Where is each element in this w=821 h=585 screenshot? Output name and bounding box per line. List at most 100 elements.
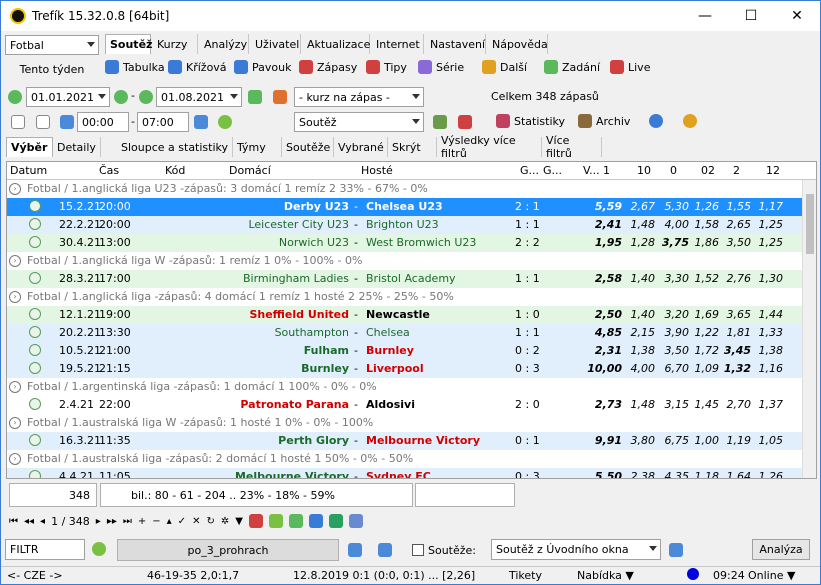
calendar-icon[interactable] (11, 115, 25, 129)
column-header-1[interactable]: Čas (99, 164, 119, 177)
toolbar-entry-button[interactable]: Zadání (544, 57, 600, 77)
confirm-icon[interactable] (218, 115, 232, 129)
prev-date-icon[interactable] (8, 90, 22, 104)
collapse-icon[interactable]: › (9, 291, 21, 303)
soutezi-checkbox[interactable]: Soutěže: (412, 540, 476, 560)
sport-select[interactable]: Fotbal (5, 35, 99, 55)
next-date2-icon[interactable] (248, 90, 262, 104)
image-icon[interactable] (348, 514, 363, 528)
match-row[interactable]: 20.2.21 13:30 Southampton - Chelsea 1 : 1 4,85… (7, 324, 803, 342)
check-icon[interactable] (328, 514, 343, 528)
soutez-select[interactable]: Soutěž (294, 112, 424, 132)
stop-icon[interactable] (248, 514, 263, 528)
next-date-icon[interactable] (114, 90, 128, 104)
filter-ok-icon[interactable] (92, 542, 106, 556)
gear-icon[interactable] (308, 514, 323, 528)
group-row[interactable]: › Fotbal / 1.argentinská liga -zápasů: 1 … (7, 378, 803, 396)
row-arrow-icon[interactable] (29, 434, 41, 446)
column-header-3[interactable]: Domácí (229, 164, 271, 177)
up-icon[interactable]: ▴ (167, 516, 172, 527)
add-record-icon[interactable]: + (138, 516, 146, 527)
filter-name-button[interactable]: po_3_prohrach (117, 539, 339, 561)
filter-arrow-right-icon[interactable] (378, 543, 392, 557)
subtab-7[interactable]: Výsledky více filtrů (437, 134, 542, 160)
subtab-1[interactable]: Detaily (53, 137, 101, 157)
column-header-8[interactable]: 1 (603, 164, 610, 177)
refresh-icon[interactable]: ↻ (206, 516, 214, 527)
column-header-7[interactable]: V... (583, 164, 600, 177)
column-header-0[interactable]: Datum (10, 164, 47, 177)
date-from-field[interactable]: 01.01.2021 (26, 87, 110, 107)
group-row[interactable]: › Fotbal / 1.anglická liga U23 -zápasů: 3… (7, 180, 803, 198)
subtab-5[interactable]: Vybrané (334, 137, 388, 157)
column-header-9[interactable]: 10 (637, 164, 651, 177)
row-arrow-icon[interactable] (29, 326, 41, 338)
statistics-button[interactable]: Statistiky (496, 111, 565, 131)
next-page-fast-icon[interactable]: ▸▸ (107, 516, 117, 527)
filter-arrow-icon[interactable] (273, 90, 287, 104)
subtab-3[interactable]: Týmy (233, 137, 282, 157)
subtab-2[interactable]: Sloupce a statistiky (101, 137, 233, 157)
tab-6[interactable]: Nastavení (426, 34, 486, 54)
match-row[interactable]: 12.1.21 19:00 Sheffield United - Newcastle 1 … (7, 306, 803, 324)
status-country[interactable]: <- CZE -> (7, 569, 63, 582)
row-arrow-icon[interactable] (29, 362, 41, 374)
kurz-select[interactable]: - kurz na zápas - (294, 87, 424, 107)
collapse-icon[interactable]: › (9, 255, 21, 267)
group-row[interactable]: › Fotbal / 1.anglická liga W -zápasů: 1 r… (7, 252, 803, 270)
subtab-6[interactable]: Skrýt (388, 137, 437, 157)
tab-7[interactable]: Nápověda (488, 34, 548, 54)
column-header-12[interactable]: 2 (733, 164, 740, 177)
date-to-field[interactable]: 01.08.2021 (156, 87, 242, 107)
match-row[interactable]: 16.3.21 11:35 Perth Glory - Melbourne Victor… (7, 432, 803, 450)
columns-icon[interactable] (433, 115, 447, 129)
toolbar-cross-button[interactable]: Křížová (168, 57, 227, 77)
reload-icon[interactable] (268, 514, 283, 528)
crosshair-icon[interactable] (36, 115, 50, 129)
column-header-13[interactable]: 12 (766, 164, 780, 177)
subtab-8[interactable]: Více filtrů (542, 134, 602, 160)
soutez-source-select[interactable]: Soutěž z Úvodního okna (491, 539, 661, 560)
collapse-icon[interactable]: › (9, 183, 21, 195)
soutez-arrow-icon[interactable] (669, 543, 683, 557)
match-row[interactable]: 2.4.21 22:00 Patronato Parana - Aldosivi 2 : … (7, 396, 803, 414)
prev-page-icon[interactable]: ◂ (40, 516, 45, 527)
row-arrow-icon[interactable] (29, 308, 41, 320)
delete-record-icon[interactable]: − (152, 516, 160, 527)
checkbox-box[interactable] (412, 544, 424, 556)
time-to-field[interactable]: 07:00 (137, 112, 189, 132)
toolbar-more-button[interactable]: Další (482, 57, 527, 77)
row-arrow-icon[interactable] (29, 236, 41, 248)
toolbar-matches-button[interactable]: Zápasy (299, 57, 357, 77)
match-row[interactable]: 30.4.21 13:00 Norwich U23- West Bromwich U2… (7, 234, 803, 252)
toolbar-table-button[interactable]: Tabulka (105, 57, 165, 77)
first-icon[interactable] (60, 115, 74, 129)
tab-0[interactable]: Soutěž (105, 34, 152, 54)
column-header-11[interactable]: 02 (701, 164, 715, 177)
subtab-4[interactable]: Soutěže (282, 137, 334, 157)
collapse-icon[interactable]: › (9, 453, 21, 465)
match-row[interactable]: 15.2.21 20:00 Derby U23- Chelsea U23 2 : 1 5,… (7, 198, 803, 216)
next-page-icon[interactable]: ▸ (96, 516, 101, 527)
tab-2[interactable]: Analýzy (200, 34, 249, 54)
group-row[interactable]: › Fotbal / 1.australská liga -zápasů: 2 d… (7, 450, 803, 468)
collapse-icon[interactable]: › (9, 381, 21, 393)
column-header-2[interactable]: Kód (165, 164, 185, 177)
time-from-field[interactable]: 00:00 (77, 112, 129, 132)
maximize-button[interactable]: ☐ (728, 1, 774, 31)
cancel-record-icon[interactable]: ✕ (192, 516, 200, 527)
toolbar-tips-button[interactable]: Tipy (366, 57, 407, 77)
cycle-icon[interactable] (288, 514, 303, 528)
column-header-4[interactable]: Hosté (361, 164, 393, 177)
first-page-icon[interactable]: ⏮ (9, 516, 18, 527)
star-icon[interactable]: ✲ (221, 516, 229, 527)
subtab-0[interactable]: Výběr (6, 137, 53, 157)
analyza-button[interactable]: Analýza (752, 539, 810, 560)
match-row[interactable]: 10.5.21 21:00 Fulham - Burnley 0 : 2 2,31 1,38 3… (7, 342, 803, 360)
status-tikety[interactable]: Tikety (509, 569, 542, 582)
filter-arrow-left-icon[interactable] (348, 543, 362, 557)
tab-3[interactable]: Uživatel (251, 34, 301, 54)
prev-page-fast-icon[interactable]: ◂◂ (24, 516, 34, 527)
row-arrow-icon[interactable] (29, 344, 41, 356)
row-arrow-icon[interactable] (29, 200, 41, 212)
